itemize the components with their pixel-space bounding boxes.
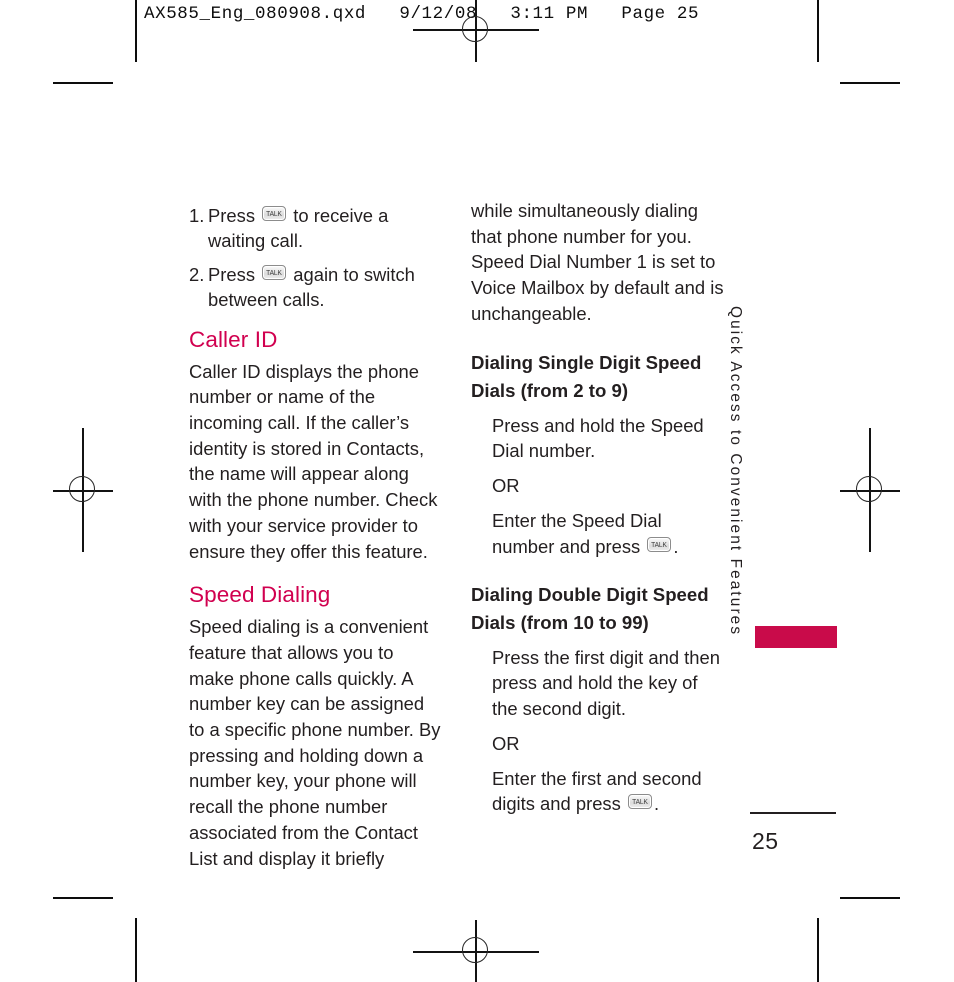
registration-mark-left xyxy=(55,462,111,518)
talk-key-label: TALK xyxy=(651,539,668,549)
talk-key-icon: TALK xyxy=(627,794,652,810)
double-digit-step-two: Enter the first and second digits and pr… xyxy=(492,766,726,817)
side-tab-color-block xyxy=(755,626,837,648)
list-item-number: 2. xyxy=(189,263,205,285)
talk-key-icon: TALK xyxy=(647,536,672,552)
page-number: 25 xyxy=(752,828,779,854)
talk-key-label: TALK xyxy=(266,267,282,277)
section-heading-speed-dialing: Speed Dialing xyxy=(189,582,331,608)
folio-rule xyxy=(750,812,836,814)
right-text-column: while simultaneously dialing that phone … xyxy=(471,198,726,817)
side-tab-label: Quick Access to Convenient Features xyxy=(727,306,744,637)
section-heading-caller-id: Caller ID xyxy=(189,326,278,352)
list-item: 1. Press TALK to receive a waiting call. xyxy=(189,203,441,254)
single-digit-or-label: OR xyxy=(492,475,520,497)
double-digit-step-two-before: Enter the first and second digits and pr… xyxy=(492,768,702,815)
talk-key-label: TALK xyxy=(632,797,648,807)
list-item-text: Press TALK again to switch between calls… xyxy=(208,262,441,313)
talk-key-icon: TALK xyxy=(262,206,287,221)
list-item-text-before: Press xyxy=(208,263,256,285)
double-digit-or-label: OR xyxy=(492,732,520,754)
registration-circle xyxy=(69,476,95,502)
caller-id-body-text: Caller ID displays the phone number or n… xyxy=(189,360,438,562)
crop-mark-bottom-left-vertical xyxy=(135,918,137,982)
list-item-text: Press TALK to receive a waiting call. xyxy=(208,203,441,254)
crop-mark-bottom-right-horizontal xyxy=(840,897,900,899)
crop-mark-top-right-vertical xyxy=(817,0,819,62)
talk-key-label: TALK xyxy=(266,209,282,218)
registration-circle xyxy=(462,937,488,963)
crop-mark-top-right-horizontal xyxy=(840,82,900,84)
double-digit-step-two-after: . xyxy=(653,793,660,815)
list-item-text-before: Press xyxy=(208,205,256,226)
single-digit-step-two-before: Enter the Speed Dial number and press xyxy=(492,510,662,557)
subheading-single-digit-speed-dials: Dialing Single Digit Speed Dials (from 2… xyxy=(471,351,702,401)
single-digit-step-two: Enter the Speed Dial number and press TA… xyxy=(492,508,726,559)
talk-key-icon: TALK xyxy=(262,264,287,280)
single-digit-step-one: Press and hold the Speed Dial number. xyxy=(492,414,704,461)
list-item: 2. Press TALK again to switch between ca… xyxy=(189,262,441,313)
crop-mark-bottom-right-vertical xyxy=(817,918,819,982)
registration-mark-right xyxy=(842,462,898,518)
crop-mark-top-left-horizontal xyxy=(53,82,113,84)
list-item-number: 1. xyxy=(189,205,205,226)
single-digit-step-two-after: . xyxy=(673,535,679,557)
proof-slug-header: AX585_Eng_080908.qxd 9/12/08 3:11 PM Pag… xyxy=(144,4,700,24)
registration-mark-bottom-center xyxy=(448,923,504,979)
double-digit-step-one: Press the first digit and then press and… xyxy=(492,647,720,719)
registration-circle xyxy=(462,16,488,42)
crop-mark-bottom-left-horizontal xyxy=(53,897,113,899)
registration-mark-top-center xyxy=(448,2,504,58)
subheading-double-digit-speed-dials: Dialing Double Digit Speed Dials (from 1… xyxy=(471,584,709,633)
registration-circle xyxy=(856,476,882,502)
speed-dialing-continuation-text: while simultaneously dialing that phone … xyxy=(471,200,724,324)
left-text-column: 1. Press TALK to receive a waiting call.… xyxy=(189,203,441,871)
crop-mark-top-left-vertical xyxy=(135,0,137,62)
speed-dialing-body-text: Speed dialing is a convenient feature th… xyxy=(189,616,441,869)
